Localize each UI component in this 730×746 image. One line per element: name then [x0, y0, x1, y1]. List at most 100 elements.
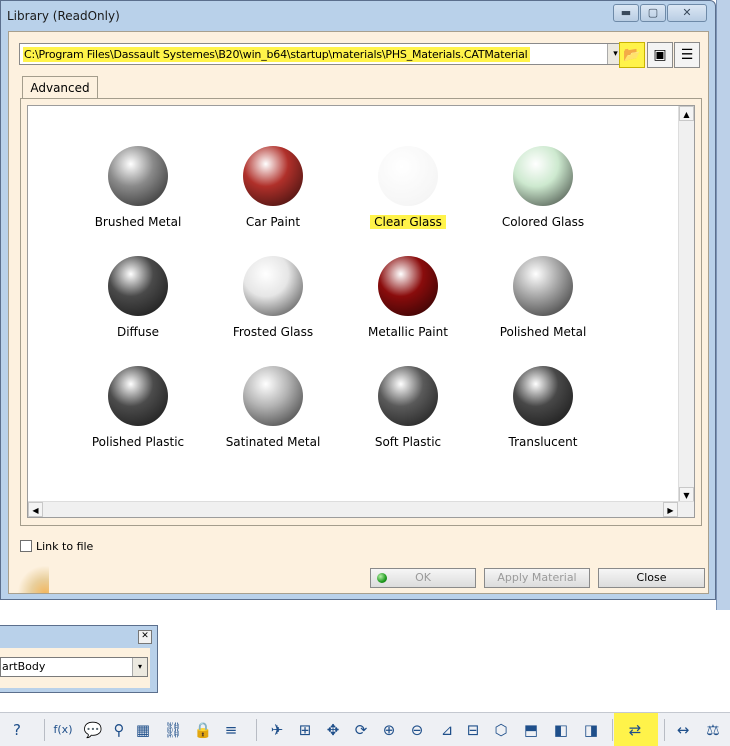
render-style-icon[interactable]: ⬒: [520, 719, 542, 741]
material-sphere-icon: [378, 256, 438, 316]
horizontal-scrollbar[interactable]: ◀ ▶: [28, 501, 694, 517]
rotate-icon[interactable]: ⟳: [350, 719, 372, 741]
fly-icon[interactable]: ✈: [266, 719, 288, 741]
list-view-button[interactable]: ☰: [674, 42, 700, 68]
vertical-scrollbar[interactable]: ▲ ▼: [678, 106, 694, 502]
material-label: Car Paint: [245, 215, 301, 229]
zoom-out-icon[interactable]: ⊖: [406, 719, 428, 741]
material-label: Diffuse: [116, 325, 160, 339]
normal-view-icon[interactable]: ⊿: [436, 719, 458, 741]
material-item[interactable]: Diffuse: [73, 256, 203, 356]
fit-all-icon[interactable]: ⊞: [294, 719, 316, 741]
material-item[interactable]: Soft Plastic: [343, 366, 473, 466]
maximize-button[interactable]: ▢: [640, 4, 666, 22]
tree-icon[interactable]: ⛓: [162, 719, 184, 741]
material-item[interactable]: Car Paint: [208, 146, 338, 246]
material-label: Satinated Metal: [225, 435, 321, 449]
table-icon[interactable]: ▦: [132, 719, 154, 741]
link-to-file-checkbox[interactable]: [20, 540, 32, 552]
tab-panel: Brushed Metal Car Paint Clear Glass Colored…: [20, 98, 702, 526]
multi-view-icon[interactable]: ⊟: [462, 719, 484, 741]
help-icon[interactable]: ?: [6, 719, 28, 741]
chevron-down-icon[interactable]: ▾: [132, 658, 147, 676]
icon-view-button[interactable]: ▣: [647, 42, 673, 68]
hide-show-icon[interactable]: ◧: [550, 719, 572, 741]
lock-icon[interactable]: 🔒: [192, 719, 214, 741]
material-sphere-icon: [513, 256, 573, 316]
ok-status-icon: [377, 573, 387, 583]
measure-icon[interactable]: ↔: [672, 719, 694, 741]
chat-icon[interactable]: 💬: [82, 719, 104, 741]
zoom-in-icon[interactable]: ⊕: [378, 719, 400, 741]
material-item[interactable]: Colored Glass: [478, 146, 608, 246]
list-view-icon: ☰: [680, 47, 694, 63]
swap-visible-icon[interactable]: ◨: [580, 719, 602, 741]
body-select[interactable]: artBody ▾: [0, 657, 148, 677]
apply-material-button[interactable]: Apply Material: [484, 568, 590, 588]
material-label: Polished Metal: [499, 325, 587, 339]
material-sphere-icon: [243, 366, 303, 426]
material-label: Polished Plastic: [91, 435, 185, 449]
library-window: Library (ReadOnly) ▬ ▢ ✕ C:\Program File…: [0, 0, 716, 600]
material-sphere-icon: [513, 366, 573, 426]
title-bar[interactable]: Library (ReadOnly) ▬ ▢ ✕: [1, 1, 715, 29]
rules-icon[interactable]: ≡: [220, 719, 242, 741]
material-item[interactable]: Clear Glass: [343, 146, 473, 246]
toolbar-separator: [256, 719, 257, 741]
toolbar-separator: [612, 719, 613, 741]
open-library-button[interactable]: 📂: [619, 42, 645, 68]
library-path-text: C:\Program Files\Dassault Systemes\B20\w…: [23, 47, 531, 62]
material-list: Brushed Metal Car Paint Clear Glass Colored…: [27, 105, 695, 518]
material-label: Clear Glass: [370, 215, 446, 229]
close-icon[interactable]: ✕: [138, 630, 152, 644]
bottom-toolbar: ? f(x) 💬 ⚲ ▦ ⛓ 🔒 ≡ ✈ ⊞ ✥ ⟳ ⊕ ⊖ ⊿ ⊟ ⬡ ⬒ ◧ ◨ ⇄ ↔ ⚖: [0, 712, 730, 746]
folder-open-icon: 📂: [623, 47, 641, 63]
material-sphere-icon: [108, 146, 168, 206]
parameter-icon[interactable]: ⚲: [108, 719, 130, 741]
ok-button[interactable]: OK: [370, 568, 476, 588]
material-sphere-icon: [378, 366, 438, 426]
toolbar-separator: [664, 719, 665, 741]
material-item[interactable]: Frosted Glass: [208, 256, 338, 356]
material-sphere-icon: [108, 366, 168, 426]
material-label: Frosted Glass: [232, 325, 314, 339]
material-sphere-icon: [108, 256, 168, 316]
scroll-right-icon[interactable]: ▶: [663, 502, 678, 517]
background-panel: ✕ artBody ▾: [0, 625, 158, 693]
material-sphere-icon: [513, 146, 573, 206]
globe-decoration: [9, 565, 49, 593]
scroll-up-icon[interactable]: ▲: [679, 106, 694, 121]
background-window-edge: [716, 0, 730, 610]
link-to-file-label: Link to file: [36, 540, 94, 553]
apply-material-icon[interactable]: ⇄: [624, 719, 646, 741]
material-item[interactable]: Translucent: [478, 366, 608, 466]
inertia-icon[interactable]: ⚖: [702, 719, 724, 741]
material-label: Colored Glass: [501, 215, 585, 229]
ok-label: OK: [415, 571, 431, 584]
material-label: Translucent: [508, 435, 578, 449]
material-item[interactable]: Satinated Metal: [208, 366, 338, 466]
formula-icon[interactable]: f(x): [52, 719, 74, 741]
dialog-client-area: C:\Program Files\Dassault Systemes\B20\w…: [8, 31, 709, 594]
scroll-left-icon[interactable]: ◀: [28, 502, 43, 517]
tab-advanced[interactable]: Advanced: [22, 76, 98, 98]
icon-view-icon: ▣: [653, 47, 667, 63]
scroll-down-icon[interactable]: ▼: [679, 487, 694, 502]
window-close-button[interactable]: ✕: [667, 4, 707, 22]
material-label: Brushed Metal: [94, 215, 182, 229]
background-panel-body: artBody ▾: [0, 648, 150, 688]
material-item[interactable]: Polished Metal: [478, 256, 608, 356]
window-title: Library (ReadOnly): [7, 9, 120, 23]
close-button[interactable]: Close: [598, 568, 705, 588]
material-item[interactable]: Polished Plastic: [73, 366, 203, 466]
library-path-combo[interactable]: C:\Program Files\Dassault Systemes\B20\w…: [19, 43, 624, 65]
material-item[interactable]: Metallic Paint: [343, 256, 473, 356]
iso-view-icon[interactable]: ⬡: [490, 719, 512, 741]
pan-icon[interactable]: ✥: [322, 719, 344, 741]
toolbar-separator: [44, 719, 45, 741]
body-select-value: artBody: [2, 660, 46, 673]
minimize-button[interactable]: ▬: [613, 4, 639, 22]
material-label: Soft Plastic: [374, 435, 442, 449]
material-item[interactable]: Brushed Metal: [73, 146, 203, 246]
material-label: Metallic Paint: [368, 325, 448, 339]
